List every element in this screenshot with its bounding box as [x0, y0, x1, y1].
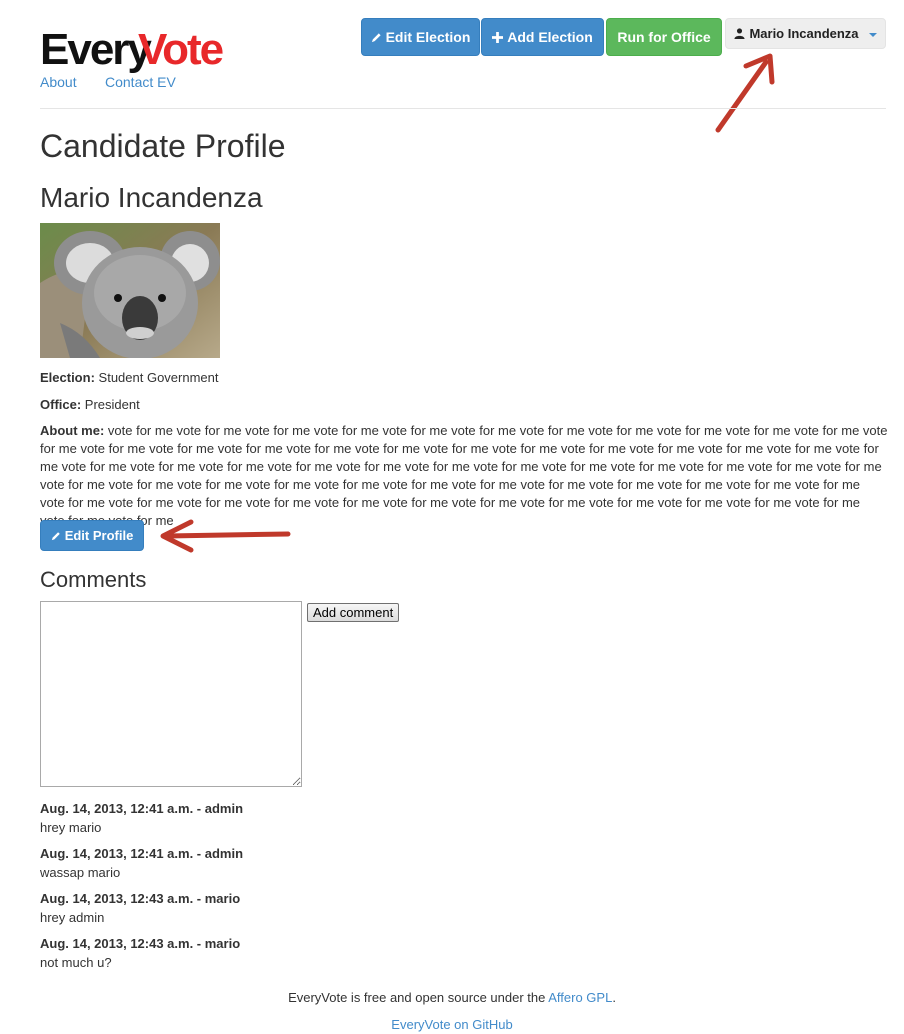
about-value: vote for me vote for me vote for me vote…: [40, 423, 888, 528]
pencil-icon: [51, 531, 60, 540]
everyvote-logo[interactable]: Every Vote: [40, 14, 230, 74]
logo-every-text: Every: [40, 25, 152, 74]
pencil-icon: [371, 32, 381, 42]
comment-text: not much u?: [40, 955, 112, 970]
comment-meta: Aug. 14, 2013, 12:41 a.m. - admin: [40, 846, 244, 861]
github-link[interactable]: EveryVote on GitHub: [391, 1017, 512, 1032]
office-field: Office: President: [40, 397, 140, 412]
add-election-label: Add Election: [507, 29, 593, 45]
election-field: Election: Student Government: [40, 370, 219, 385]
about-label: About me:: [40, 423, 105, 438]
user-menu-button[interactable]: Mario Incandenza: [725, 18, 886, 49]
comment-meta: Aug. 14, 2013, 12:43 a.m. - mario: [40, 936, 241, 951]
user-menu-label: Mario Incandenza: [749, 26, 859, 41]
chevron-down-icon: [868, 32, 877, 37]
affero-gpl-link[interactable]: Affero GPL: [548, 990, 612, 1005]
footer-license: EveryVote is free and open source under …: [0, 990, 904, 1005]
candidate-name: Mario Incandenza: [40, 182, 263, 213]
comments-heading: Comments: [40, 567, 147, 592]
candidate-photo: [40, 223, 220, 358]
contact-link[interactable]: Contact EV: [105, 74, 176, 90]
add-comment-button[interactable]: Add comment: [307, 603, 400, 622]
logo-vote-text: Vote: [138, 25, 224, 74]
election-label: Election:: [40, 370, 95, 385]
edit-election-label: Edit Election: [385, 29, 471, 45]
user-icon: [734, 28, 745, 39]
page-title: Candidate Profile: [40, 128, 286, 164]
comment-text: wassap mario: [40, 865, 121, 880]
footer-license-text: EveryVote is free and open source under …: [288, 990, 549, 1005]
edit-election-button[interactable]: Edit Election: [361, 18, 480, 56]
edit-profile-label: Edit Profile: [64, 528, 134, 543]
office-value: President: [84, 397, 140, 412]
election-value: Student Government: [98, 370, 219, 385]
office-label: Office:: [40, 397, 82, 412]
footer-github: EveryVote on GitHub: [0, 1017, 904, 1032]
annotation-arrow-left: [160, 519, 291, 553]
plus-icon: [492, 31, 504, 43]
edit-profile-button[interactable]: Edit Profile: [40, 520, 144, 551]
footer-period: .: [612, 990, 616, 1005]
header-divider: [40, 108, 886, 109]
run-for-office-label: Run for Office: [617, 29, 711, 45]
comment-textarea[interactable]: [40, 601, 302, 787]
about-link[interactable]: About: [40, 74, 77, 90]
comment-meta: Aug. 14, 2013, 12:41 a.m. - admin: [40, 801, 244, 816]
annotation-arrow-up: [715, 53, 775, 133]
add-election-button[interactable]: Add Election: [481, 18, 604, 56]
comment-meta: Aug. 14, 2013, 12:43 a.m. - mario: [40, 891, 241, 906]
comment-text: hrey admin: [40, 910, 105, 925]
comment-text: hrey mario: [40, 820, 102, 835]
about-field: About me: vote for me vote for me vote f…: [40, 422, 888, 530]
